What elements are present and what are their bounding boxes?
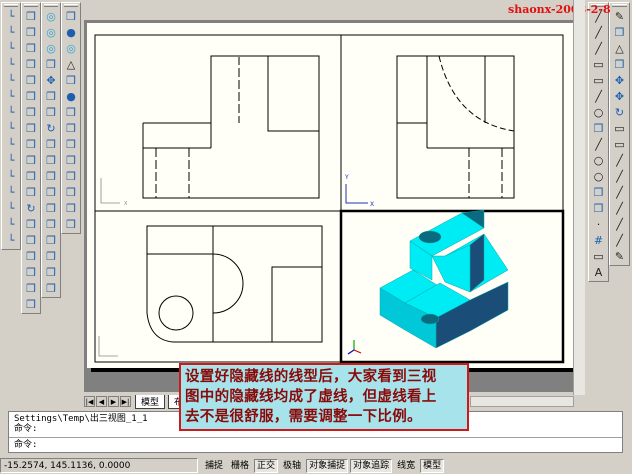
command-input[interactable]: 命令: bbox=[14, 440, 617, 450]
status-toggle[interactable]: 捕捉 bbox=[202, 459, 226, 473]
top-view bbox=[146, 225, 323, 343]
status-toggle[interactable]: 对象追踪 bbox=[350, 458, 393, 473]
ucs-icon-tl bbox=[100, 178, 120, 204]
tab-model[interactable]: 模型 bbox=[135, 394, 166, 409]
first-tab-button[interactable]: |◀ bbox=[84, 396, 95, 407]
status-toggle[interactable]: 模型 bbox=[420, 458, 445, 473]
status-toggle[interactable]: 正交 bbox=[254, 458, 279, 473]
status-toggle[interactable]: 栅格 bbox=[228, 459, 252, 473]
horizontal-scrollbar[interactable] bbox=[470, 396, 574, 407]
ucs-icon-bl bbox=[98, 336, 118, 357]
coordinate-readout: -15.2574, 145.1136, 0.0000 bbox=[0, 458, 198, 473]
ucs-y-label: Y bbox=[344, 174, 349, 181]
ucs-icon-tr bbox=[345, 184, 368, 204]
tutorial-callout: 设置好隐藏线的线型后，大家看到三视 图中的隐藏线均成了虚线，但虚线看上 去不是很… bbox=[179, 363, 469, 431]
status-bar: -15.2574, 145.1136, 0.0000 捕捉 栅格 正交 极轴 对象捕捉对… bbox=[0, 457, 632, 474]
next-tab-button[interactable]: ▶ bbox=[108, 396, 119, 407]
front-view bbox=[142, 55, 320, 199]
status-toggle[interactable]: 对象捕捉 bbox=[306, 458, 349, 473]
watermark: shaonx-2008-2-8 bbox=[508, 3, 611, 16]
prev-tab-button[interactable]: ◀ bbox=[96, 396, 107, 407]
side-view bbox=[396, 55, 515, 199]
ucs-x-label: X bbox=[370, 201, 374, 208]
callout-line: 设置好隐藏线的线型后，大家看到三视 bbox=[185, 369, 437, 385]
status-toggle[interactable]: 线宽 bbox=[394, 459, 418, 473]
callout-line: 图中的隐藏线均成了虚线，但虚线看上 bbox=[185, 389, 437, 405]
callout-line: 去不是很舒服，需要调整一下比例。 bbox=[185, 409, 422, 425]
ucs-x-label: X bbox=[124, 201, 128, 207]
last-tab-button[interactable]: ▶| bbox=[120, 396, 131, 407]
ucs-icon-3d bbox=[347, 340, 362, 355]
3d-solid-model bbox=[379, 209, 509, 349]
vertical-scrollbar[interactable] bbox=[573, 0, 585, 395]
status-toggle[interactable]: 极轴 bbox=[280, 459, 304, 473]
